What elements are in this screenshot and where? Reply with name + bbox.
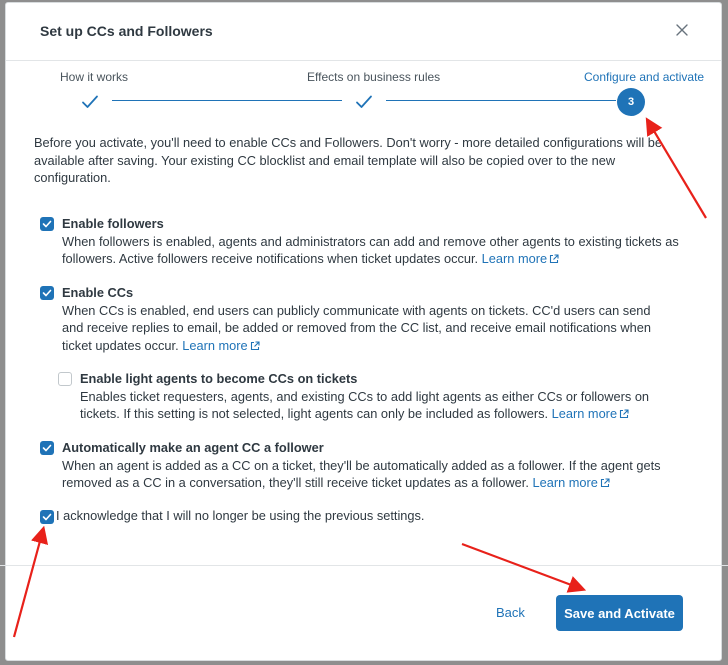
learn-more-link[interactable]: Learn more (552, 406, 629, 421)
option-description-text: When CCs is enabled, end users can publi… (62, 303, 651, 353)
check-icon (42, 444, 52, 452)
learn-more-link[interactable]: Learn more (532, 475, 610, 490)
footer-divider (0, 565, 728, 566)
enable-ccs-checkbox[interactable] (40, 286, 54, 300)
check-icon (82, 95, 98, 108)
option-description: When followers is enabled, agents and ad… (62, 233, 682, 268)
check-icon (42, 289, 52, 297)
intro-text: Before you activate, you'll need to enab… (34, 135, 662, 185)
acknowledge-label: I acknowledge that I will no longer be u… (56, 508, 425, 523)
acknowledge-checkbox[interactable] (40, 510, 54, 524)
option-description-text: When followers is enabled, agents and ad… (62, 234, 679, 267)
option-title: Automatically make an agent CC a followe… (62, 440, 324, 455)
step-how-it-works: How it works (60, 70, 129, 84)
option-description: When an agent is added as a CC on a tick… (62, 457, 662, 492)
step-effects-on-business-rules: Effects on business rules (307, 70, 441, 84)
option-title: Enable CCs (62, 285, 134, 300)
save-and-activate-button[interactable]: Save and Activate (556, 595, 683, 631)
check-icon (356, 95, 372, 108)
option-title: Enable light agents to become CCs on tic… (80, 371, 358, 386)
step-connector (112, 100, 342, 101)
enable-light-agents-checkbox[interactable] (58, 372, 72, 386)
option-description: When CCs is enabled, end users can publi… (62, 302, 662, 354)
check-icon (42, 220, 52, 228)
external-link-icon (250, 341, 260, 350)
external-link-icon (600, 478, 610, 488)
option-description: Enables ticket requesters, agents, and e… (80, 388, 688, 423)
enable-followers-checkbox[interactable] (40, 217, 54, 231)
dialog-header: Set up CCs and Followers (6, 3, 721, 61)
check-icon (42, 513, 52, 521)
step-connector (386, 100, 616, 101)
external-link-icon (620, 409, 629, 419)
step-configure-and-activate: Configure and activate (584, 70, 705, 84)
back-button[interactable]: Back (496, 605, 525, 620)
step-current-number: 3 (617, 88, 645, 116)
learn-more-link[interactable]: Learn more (182, 338, 260, 353)
option-title: Enable followers (62, 216, 164, 231)
learn-more-link[interactable]: Learn more (482, 251, 559, 266)
close-icon[interactable] (673, 21, 691, 39)
dialog-title: Set up CCs and Followers (40, 23, 213, 39)
auto-cc-follower-checkbox[interactable] (40, 441, 54, 455)
external-link-icon (550, 254, 559, 264)
